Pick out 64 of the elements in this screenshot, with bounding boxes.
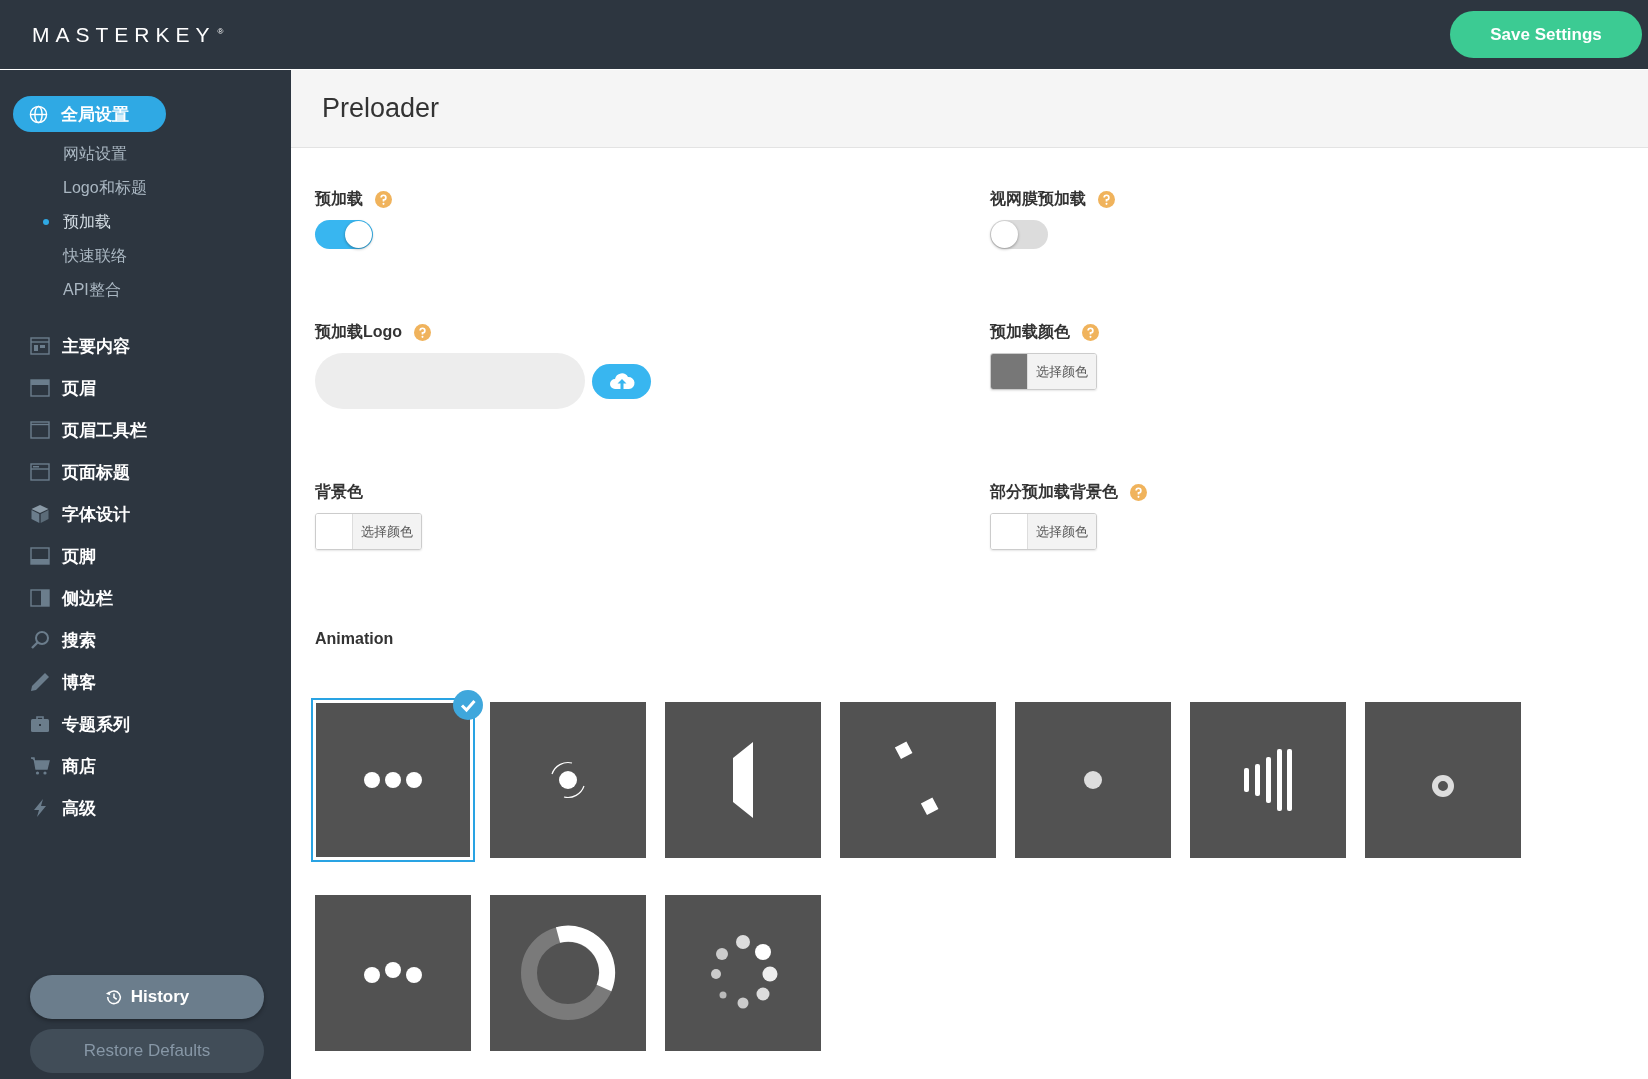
- nav-item[interactable]: 页面标题: [30, 459, 130, 485]
- window-icon: [30, 546, 50, 566]
- submenu-item[interactable]: 网站设置: [43, 142, 127, 166]
- cart-icon: [30, 756, 50, 776]
- animation-option[interactable]: [665, 702, 821, 858]
- sidebar-icon: [30, 588, 50, 608]
- submenu-item[interactable]: 快速联络: [43, 244, 127, 268]
- color-picker[interactable]: 选择颜色: [990, 353, 1097, 390]
- help-icon[interactable]: [414, 324, 432, 341]
- ring-dot-drawing: [1432, 775, 1454, 797]
- globe-icon: [29, 104, 48, 124]
- nav-item[interactable]: 高级: [30, 795, 96, 821]
- field-label: 背景色: [315, 482, 363, 502]
- toggle-switch[interactable]: [990, 220, 1048, 249]
- field-label: 视网膜预加载: [990, 189, 1086, 209]
- window-icon: [30, 378, 50, 398]
- animation-option[interactable]: [1190, 702, 1346, 858]
- field-label: 部分预加载背景色: [990, 482, 1118, 502]
- history-icon: [104, 988, 123, 1006]
- animation-option[interactable]: [665, 895, 821, 1051]
- nav-item[interactable]: 侧边栏: [30, 585, 113, 611]
- nav-item[interactable]: 页眉: [30, 375, 96, 401]
- dots-drawing: [363, 770, 423, 790]
- toggle-switch[interactable]: [315, 220, 373, 249]
- field-label: 预加载: [315, 189, 363, 209]
- color-picker[interactable]: 选择颜色: [315, 513, 422, 550]
- window-icon: [30, 462, 50, 482]
- color-picker[interactable]: 选择颜色: [990, 513, 1097, 550]
- help-icon[interactable]: [1130, 484, 1147, 501]
- nav-item[interactable]: 页眉工具栏: [30, 417, 147, 443]
- animation-option[interactable]: [315, 895, 471, 1051]
- nav-item[interactable]: 主要内容: [30, 333, 130, 359]
- submenu-item[interactable]: API整合: [43, 278, 121, 302]
- layout-icon: [30, 336, 50, 356]
- cube-icon: [30, 504, 50, 524]
- registered-mark: ®: [217, 26, 224, 36]
- nav-item[interactable]: 专题系列: [30, 711, 130, 737]
- animation-option[interactable]: [490, 895, 646, 1051]
- field-label: 预加载Logo: [315, 322, 403, 342]
- nav-item[interactable]: 商店: [30, 753, 96, 779]
- window-icon: [30, 420, 50, 440]
- bars-drawing: [1244, 749, 1292, 811]
- page-title: Preloader: [322, 93, 440, 124]
- history-button[interactable]: History: [30, 975, 264, 1019]
- help-icon[interactable]: [1082, 324, 1099, 341]
- cloud-upload-icon: [608, 372, 635, 390]
- help-icon[interactable]: [375, 191, 392, 208]
- dots-drawing: [363, 961, 423, 985]
- submenu-item[interactable]: Logo和标题: [43, 176, 147, 200]
- dot-drawing: [1083, 770, 1103, 790]
- checkmark-icon: [453, 690, 483, 720]
- nav-item[interactable]: 字体设计: [30, 501, 130, 527]
- pencil-icon: [30, 672, 50, 692]
- logo: MASTERKEY$^{®}$: [32, 22, 224, 47]
- section-label: Animation: [315, 630, 395, 648]
- help-icon[interactable]: [1098, 191, 1115, 208]
- nav-item[interactable]: 页脚: [30, 543, 96, 569]
- nav-item[interactable]: 博客: [30, 669, 96, 695]
- upload-button[interactable]: [592, 363, 651, 399]
- search-icon: [30, 630, 50, 650]
- briefcase-icon: [30, 714, 50, 734]
- submenu-item[interactable]: 预加载: [43, 210, 111, 234]
- field-label: 预加载颜色: [990, 322, 1070, 342]
- nav-item[interactable]: 搜索: [30, 627, 96, 653]
